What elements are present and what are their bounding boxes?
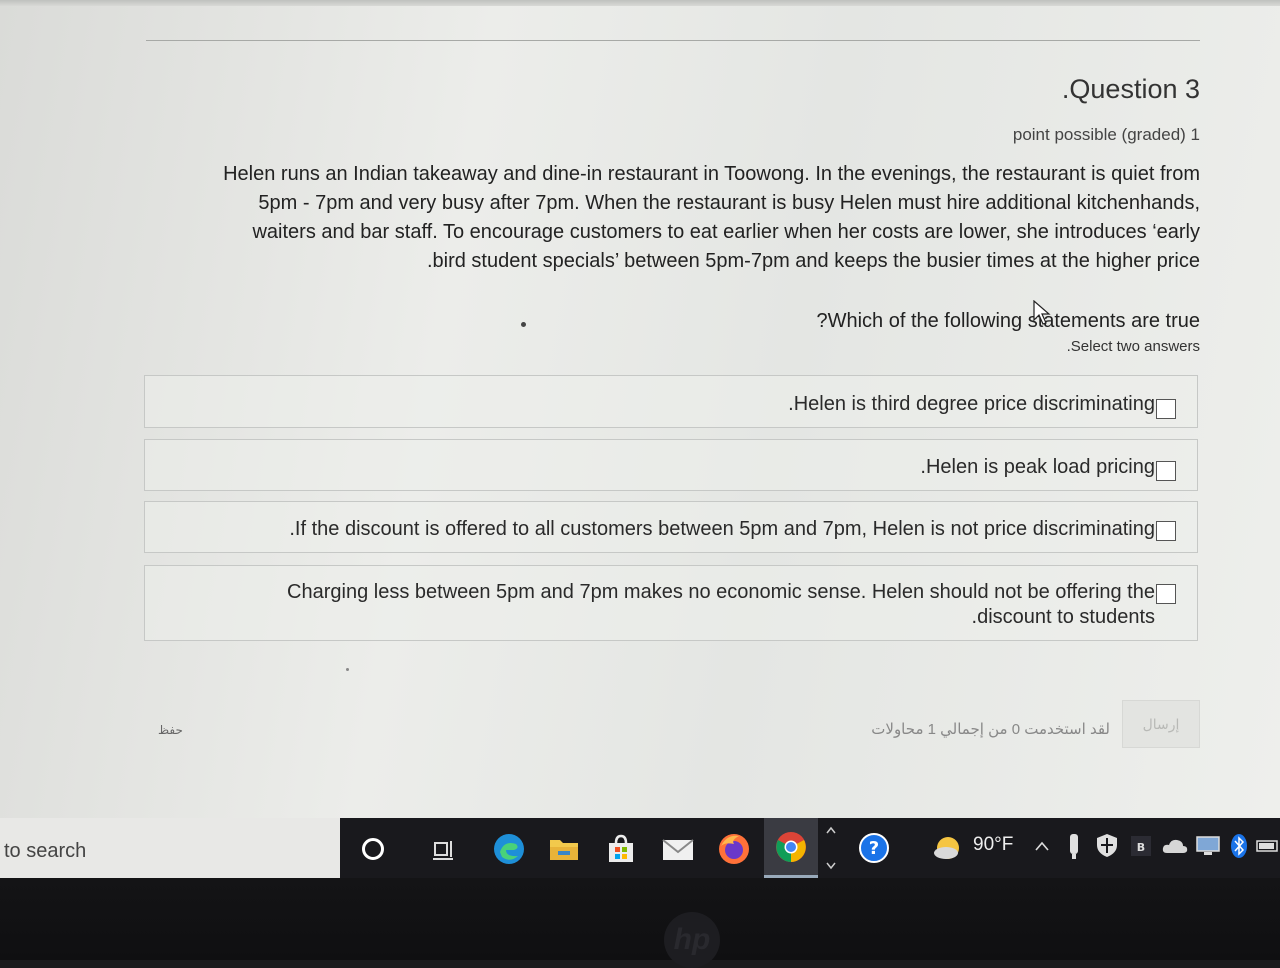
cortana-icon[interactable]	[356, 832, 390, 866]
chrome-icon[interactable]	[764, 818, 818, 878]
answer-option-1[interactable]: .Helen is third degree price discriminat…	[144, 375, 1198, 428]
answer-option-label-line: Charging less between 5pm and 7pm makes …	[287, 581, 1155, 603]
question-prompt: ?Which of the following statements are t…	[816, 310, 1200, 332]
usb-icon[interactable]	[1064, 830, 1084, 862]
answer-option-label: .Helen is peak load pricing	[920, 456, 1155, 478]
question-text: Helen runs an Indian takeaway and dine-i…	[150, 160, 1200, 276]
store-icon[interactable]	[602, 830, 640, 868]
answer-option-4[interactable]: Charging less between 5pm and 7pm makes …	[144, 565, 1198, 641]
attempts-text: لقد استخدمت 0 من إجمالي 1 محاولات	[871, 721, 1110, 738]
taskbar-scroll-arrows[interactable]	[822, 822, 840, 874]
question-points: point possible (graded) 1	[1012, 125, 1200, 144]
laptop-bezel	[0, 878, 1280, 960]
window-top-border	[0, 0, 1280, 6]
mail-icon[interactable]	[658, 832, 698, 866]
answer-option-3[interactable]: .If the discount is offered to all custo…	[144, 501, 1198, 553]
question-text-line: Helen runs an Indian takeaway and dine-i…	[223, 163, 1200, 185]
bb-icon[interactable]: B	[1128, 832, 1154, 860]
search-placeholder: to search	[4, 840, 87, 862]
stray-dot	[521, 322, 526, 327]
edge-icon[interactable]	[490, 830, 528, 868]
answer-checkbox[interactable]	[1156, 584, 1176, 604]
firefox-icon[interactable]	[714, 830, 754, 868]
save-button[interactable]: حفظ	[158, 723, 183, 737]
answer-option-label: .If the discount is offered to all custo…	[289, 518, 1155, 540]
answer-checkbox[interactable]	[1156, 399, 1176, 419]
task-view-icon[interactable]	[426, 832, 460, 866]
taskbar-search-box[interactable]: to search	[0, 818, 340, 878]
submit-button[interactable]: إرسال	[1122, 700, 1200, 748]
security-icon[interactable]	[1094, 830, 1120, 860]
answer-option-2[interactable]: .Helen is peak load pricing	[144, 439, 1198, 491]
mouse-cursor-icon	[1033, 300, 1051, 325]
display-icon[interactable]	[1194, 832, 1222, 860]
answer-checkbox[interactable]	[1156, 461, 1176, 481]
divider	[146, 40, 1200, 41]
browser-content: .Question 3 point possible (graded) 1 He…	[0, 0, 1280, 820]
svg-text:?: ?	[869, 838, 879, 859]
chevron-up-icon[interactable]	[1032, 834, 1052, 858]
answer-option-label: .Helen is third degree price discriminat…	[788, 393, 1155, 415]
answer-option-label-line: .discount to students	[971, 606, 1155, 628]
question-text-line: waiters and bar staff. To encourage cust…	[252, 221, 1200, 243]
svg-text:B: B	[1137, 841, 1145, 854]
battery-icon[interactable]	[1256, 836, 1280, 856]
weather-temperature[interactable]: 90°F	[973, 834, 1013, 856]
bluetooth-icon[interactable]	[1228, 832, 1250, 860]
help-icon[interactable]: ?	[856, 830, 892, 866]
question-title: .Question 3	[1061, 74, 1200, 104]
answer-checkbox[interactable]	[1156, 521, 1176, 541]
question-text-line: 5pm - 7pm and very busy after 7pm. When …	[258, 192, 1200, 214]
question-instruction: .Select two answers	[1066, 338, 1200, 355]
answer-option-label: Charging less between 5pm and 7pm makes …	[287, 580, 1155, 630]
weather-icon[interactable]	[930, 830, 966, 866]
windows-taskbar: to search ? 90°F B	[0, 818, 1280, 878]
file-explorer-icon[interactable]	[546, 832, 582, 866]
question-text-line: .bird student specials’ between 5pm-7pm …	[426, 250, 1200, 272]
stray-dot	[346, 668, 349, 671]
onedrive-icon[interactable]	[1160, 834, 1190, 858]
